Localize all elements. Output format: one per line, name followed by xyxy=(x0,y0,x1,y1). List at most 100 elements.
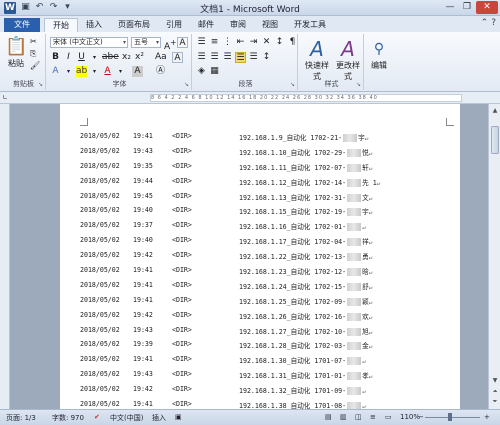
shading-icon[interactable]: ◈ xyxy=(196,66,207,77)
scrollbar-thumb[interactable] xyxy=(491,126,499,154)
text-line[interactable]: 2018/05/02 19:41 <DIR> 192.168.1.25_自动化 170… xyxy=(80,294,460,309)
copy-icon[interactable]: ⎘ xyxy=(30,49,36,59)
font-size-select[interactable]: 五号 ▾ xyxy=(131,37,161,48)
view-web-icon[interactable]: ◫ xyxy=(355,413,362,421)
tab-home[interactable]: 开始 xyxy=(44,18,78,32)
enclose-characters-icon[interactable]: Ⓐ xyxy=(155,66,166,77)
document-page[interactable]: 2018/05/02 19:41 <DIR> 192.168.1.9_自动化 1702… xyxy=(60,104,460,409)
next-page-icon[interactable]: ⏷ xyxy=(490,397,500,407)
editing-button[interactable]: ⚲ 编辑 xyxy=(366,38,392,74)
text-line[interactable]: 2018/05/02 19:44 <DIR> 192.168.1.12_自动化 170… xyxy=(80,175,460,190)
zoom-slider-knob[interactable] xyxy=(448,413,452,421)
multilevel-list-icon[interactable]: ⋮ xyxy=(222,37,233,48)
maximize-icon[interactable]: ❐ xyxy=(459,1,475,14)
highlight-dropdown-icon[interactable]: ▾ xyxy=(89,66,100,77)
grow-font-icon[interactable]: A+ xyxy=(164,37,176,52)
character-shading-icon[interactable]: A xyxy=(132,66,143,77)
text-line[interactable]: 2018/05/02 19:42 <DIR> 192.168.1.32_自动化 170… xyxy=(80,383,460,398)
text-line[interactable]: 2018/05/02 19:41 <DIR> 192.168.1.23_自动化 170… xyxy=(80,264,460,279)
cut-icon[interactable]: ✂ xyxy=(30,37,37,46)
text-line[interactable]: 2018/05/02 19:42 <DIR> 192.168.1.26_自动化 170… xyxy=(80,309,460,324)
text-line[interactable]: 2018/05/02 19:45 <DIR> 192.168.1.13_自动化 170… xyxy=(80,190,460,205)
sort-icon[interactable]: ↕ xyxy=(274,37,285,48)
tab-insert[interactable]: 插入 xyxy=(78,18,110,32)
font-name-select[interactable]: 宋体 (中文正文) ▾ xyxy=(50,37,128,48)
text-line[interactable]: 2018/05/02 19:35 <DIR> 192.168.1.11_自动化 170… xyxy=(80,160,460,175)
scroll-down-icon[interactable]: ▼ xyxy=(490,376,500,386)
view-print-layout-icon[interactable]: ▤ xyxy=(325,413,332,421)
font-color-dropdown-icon[interactable]: ▾ xyxy=(115,66,126,77)
justify-icon[interactable]: ☰ xyxy=(235,52,246,63)
character-border-icon[interactable]: A xyxy=(172,52,183,63)
scroll-up-icon[interactable]: ▲ xyxy=(490,106,500,116)
underline-icon[interactable]: U xyxy=(76,52,87,63)
font-launcher-icon[interactable]: ↘ xyxy=(184,81,189,88)
tab-selector-icon[interactable]: ∟ xyxy=(0,94,10,102)
decrease-indent-icon[interactable]: ⇤ xyxy=(235,37,246,48)
macro-record-icon[interactable]: ▣ xyxy=(175,413,182,421)
superscript-icon[interactable]: x² xyxy=(134,52,145,63)
ruler-scale[interactable]: 8 6 4 2 2 4 6 8 10 12 14 16 18 20 22 24 … xyxy=(150,94,462,102)
change-styles-button[interactable]: A 更改样式 xyxy=(333,38,363,81)
zoom-level[interactable]: 110% xyxy=(400,413,420,421)
chinese-layout-icon[interactable]: ✕ xyxy=(261,37,272,48)
clipboard-launcher-icon[interactable]: ↘ xyxy=(38,81,43,88)
text-line[interactable]: 2018/05/02 19:41 <DIR> 192.168.1.38_自动化 170… xyxy=(80,398,460,409)
text-line[interactable]: 2018/05/02 19:41 <DIR> 192.168.1.30_自动化 170… xyxy=(80,353,460,368)
text-line[interactable]: 2018/05/02 19:40 <DIR> 192.168.1.15_自动化 170… xyxy=(80,204,460,219)
font-color-icon[interactable]: A xyxy=(102,66,113,77)
zoom-out-icon[interactable]: − xyxy=(418,413,424,421)
language-indicator[interactable]: 中文(中国) xyxy=(110,413,143,423)
bold-icon[interactable]: B xyxy=(50,52,61,63)
view-outline-icon[interactable]: ≡ xyxy=(370,413,376,421)
text-effects-dropdown-icon[interactable]: ▾ xyxy=(63,66,74,77)
close-icon[interactable]: ✕ xyxy=(476,1,498,14)
text-line[interactable]: 2018/05/02 19:43 <DIR> 192.168.1.27_自动化 170… xyxy=(80,324,460,339)
vertical-scrollbar[interactable]: ▲ ▼ ⏶ ⏷ xyxy=(488,104,500,409)
numbering-icon[interactable]: ≡ xyxy=(209,37,220,48)
highlight-icon[interactable]: ab xyxy=(76,66,87,77)
zoom-slider[interactable] xyxy=(425,417,480,418)
align-center-icon[interactable]: ☰ xyxy=(209,52,220,63)
format-painter-icon[interactable]: 🖌 xyxy=(30,61,40,70)
bullets-icon[interactable]: ☰ xyxy=(196,37,207,48)
text-line[interactable]: 2018/05/02 19:41 <DIR> 192.168.1.24_自动化 170… xyxy=(80,279,460,294)
align-left-icon[interactable]: ☰ xyxy=(196,52,207,63)
styles-launcher-icon[interactable]: ↘ xyxy=(356,81,361,88)
paragraph-launcher-icon[interactable]: ↘ xyxy=(290,81,295,88)
horizontal-ruler[interactable]: ∟ 8 6 4 2 2 4 6 8 10 12 14 16 18 20 22 2… xyxy=(0,92,500,104)
text-line[interactable]: 2018/05/02 19:43 <DIR> 192.168.1.31_自动化 170… xyxy=(80,368,460,383)
text-effects-icon[interactable]: A xyxy=(50,66,61,77)
subscript-icon[interactable]: x₂ xyxy=(121,52,132,63)
zoom-in-icon[interactable]: + xyxy=(484,413,490,421)
view-fullscreen-icon[interactable]: ▥ xyxy=(340,413,347,421)
show-marks-icon[interactable]: ¶ xyxy=(287,37,298,48)
previous-page-icon[interactable]: ⏶ xyxy=(490,387,500,397)
distributed-icon[interactable]: ☰ xyxy=(248,52,259,63)
tab-mailings[interactable]: 邮件 xyxy=(190,18,222,32)
page-count[interactable]: 页面: 1/3 xyxy=(6,413,36,423)
increase-indent-icon[interactable]: ⇥ xyxy=(248,37,259,48)
tab-developer[interactable]: 开发工具 xyxy=(286,18,334,32)
change-case-icon[interactable]: Aa xyxy=(155,52,167,63)
align-right-icon[interactable]: ☰ xyxy=(222,52,233,63)
help-icon[interactable]: ? xyxy=(491,18,496,28)
tab-file[interactable]: 文件 xyxy=(4,18,40,32)
tab-review[interactable]: 审阅 xyxy=(222,18,254,32)
tab-references[interactable]: 引用 xyxy=(158,18,190,32)
strikethrough-icon[interactable]: abe xyxy=(102,52,119,63)
minimize-ribbon-icon[interactable]: ⌃ xyxy=(481,18,489,28)
vertical-ruler[interactable] xyxy=(0,104,10,409)
proofing-icon[interactable]: ✔ xyxy=(94,413,100,421)
text-line[interactable]: 2018/05/02 19:37 <DIR> 192.168.1.16_自动化 170… xyxy=(80,219,460,234)
paste-button[interactable]: 📋 粘贴 xyxy=(5,36,27,69)
text-line[interactable]: 2018/05/02 19:40 <DIR> 192.168.1.17_自动化 170… xyxy=(80,234,460,249)
underline-dropdown-icon[interactable]: ▾ xyxy=(89,52,100,63)
text-line[interactable]: 2018/05/02 19:39 <DIR> 192.168.1.28_自动化 170… xyxy=(80,338,460,353)
borders-icon[interactable]: ▦ xyxy=(209,66,220,77)
line-spacing-icon[interactable]: ↕ xyxy=(261,52,272,63)
tab-view[interactable]: 视图 xyxy=(254,18,286,32)
tab-page-layout[interactable]: 页面布局 xyxy=(110,18,158,32)
document-text[interactable]: 2018/05/02 19:41 <DIR> 192.168.1.9_自动化 1702… xyxy=(80,130,460,409)
quick-styles-button[interactable]: A 快速样式 xyxy=(302,38,332,81)
